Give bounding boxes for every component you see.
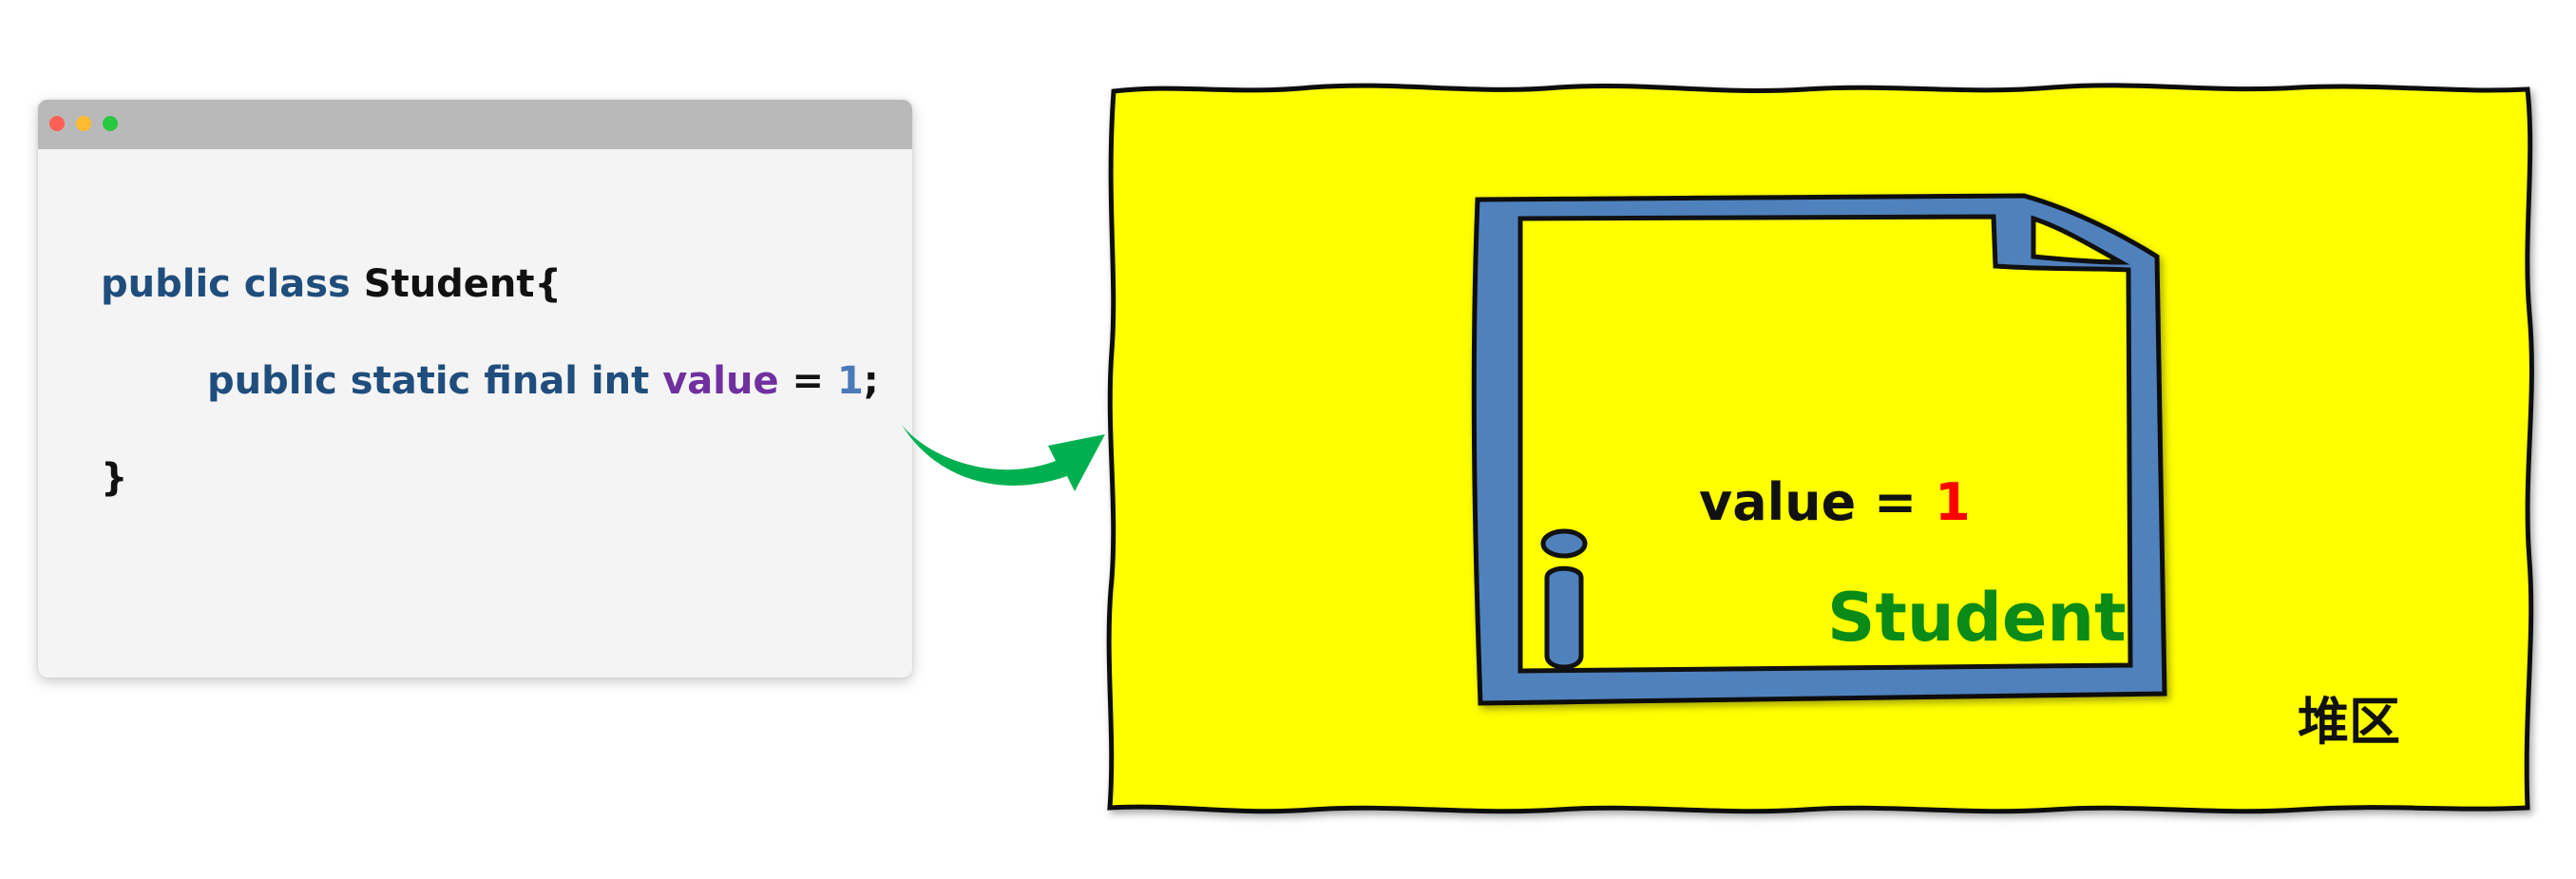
heap-label: 堆区 bbox=[2298, 692, 2400, 752]
code-line-closing-brace: } bbox=[101, 455, 127, 501]
code-keyword: public class bbox=[101, 262, 364, 306]
code-variable: value bbox=[662, 359, 779, 403]
curved-arrow-right-icon bbox=[902, 425, 1105, 491]
code-line-class-declaration: public class Student{ bbox=[101, 261, 562, 307]
close-dot-icon[interactable] bbox=[49, 116, 65, 131]
code-brace: } bbox=[101, 456, 128, 500]
window-titlebar bbox=[38, 100, 912, 149]
code-line-field-declaration: public static final int value = 1; bbox=[207, 358, 879, 404]
code-class-name: Student{ bbox=[363, 262, 563, 306]
maximize-dot-icon[interactable] bbox=[103, 116, 118, 131]
code-semicolon: ; bbox=[863, 359, 879, 403]
object-class-name: Student bbox=[1827, 579, 2127, 657]
code-window: public class Student{ public static fina… bbox=[38, 100, 912, 678]
field-number: 1 bbox=[1935, 472, 1971, 532]
field-name: value bbox=[1699, 472, 1857, 532]
object-field-value: value = 1 bbox=[1699, 472, 1971, 533]
minimize-dot-icon[interactable] bbox=[76, 116, 91, 131]
field-operator: = bbox=[1856, 472, 1936, 532]
info-icon bbox=[1540, 528, 1588, 670]
code-keyword: public static final int bbox=[207, 359, 663, 403]
code-operator: = bbox=[778, 359, 837, 403]
code-number: 1 bbox=[836, 359, 864, 403]
